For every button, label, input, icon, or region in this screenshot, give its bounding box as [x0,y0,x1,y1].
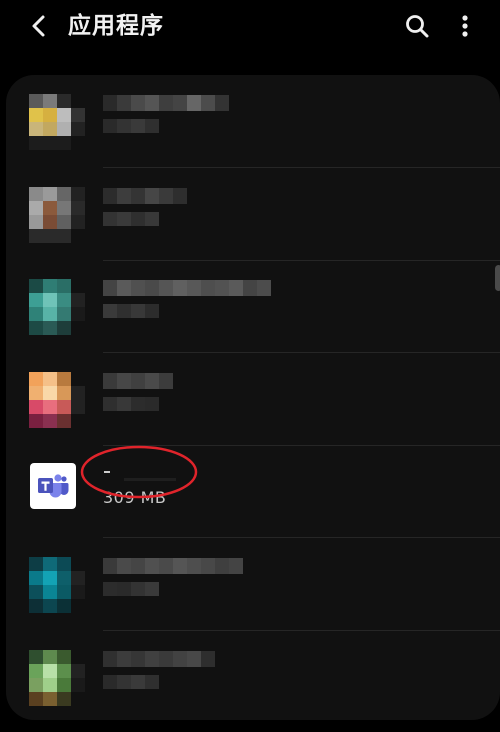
app-icon-blurred [29,557,85,613]
app-list-item[interactable]: 309 MB [6,445,500,538]
app-list-item[interactable] [6,168,500,261]
app-name-redacted-mark [124,478,176,481]
back-button[interactable] [22,10,56,42]
app-list-item[interactable] [6,631,500,720]
app-list-item[interactable] [6,75,500,168]
app-icon-blurred [29,650,85,706]
app-list-item[interactable] [6,353,500,446]
app-list-item[interactable] [6,538,500,631]
app-name-redacted-mark [104,471,110,473]
chevron-left-icon [32,15,45,37]
app-icon-blurred [29,372,85,428]
search-button[interactable] [400,9,434,43]
more-options-button[interactable] [450,9,480,43]
search-icon [406,15,429,38]
app-size: 309 MB [103,488,167,507]
more-vertical-icon [462,15,468,37]
app-list-card: 309 MB [6,75,500,720]
app-icon-blurred [29,187,85,243]
app-icon-blurred [29,279,85,335]
page-title: 应用程序 [68,13,164,39]
app-list-item[interactable] [6,260,500,353]
top-app-bar: 应用程序 [0,0,500,52]
teams-icon [30,463,76,509]
app-icon-blurred [29,94,85,150]
